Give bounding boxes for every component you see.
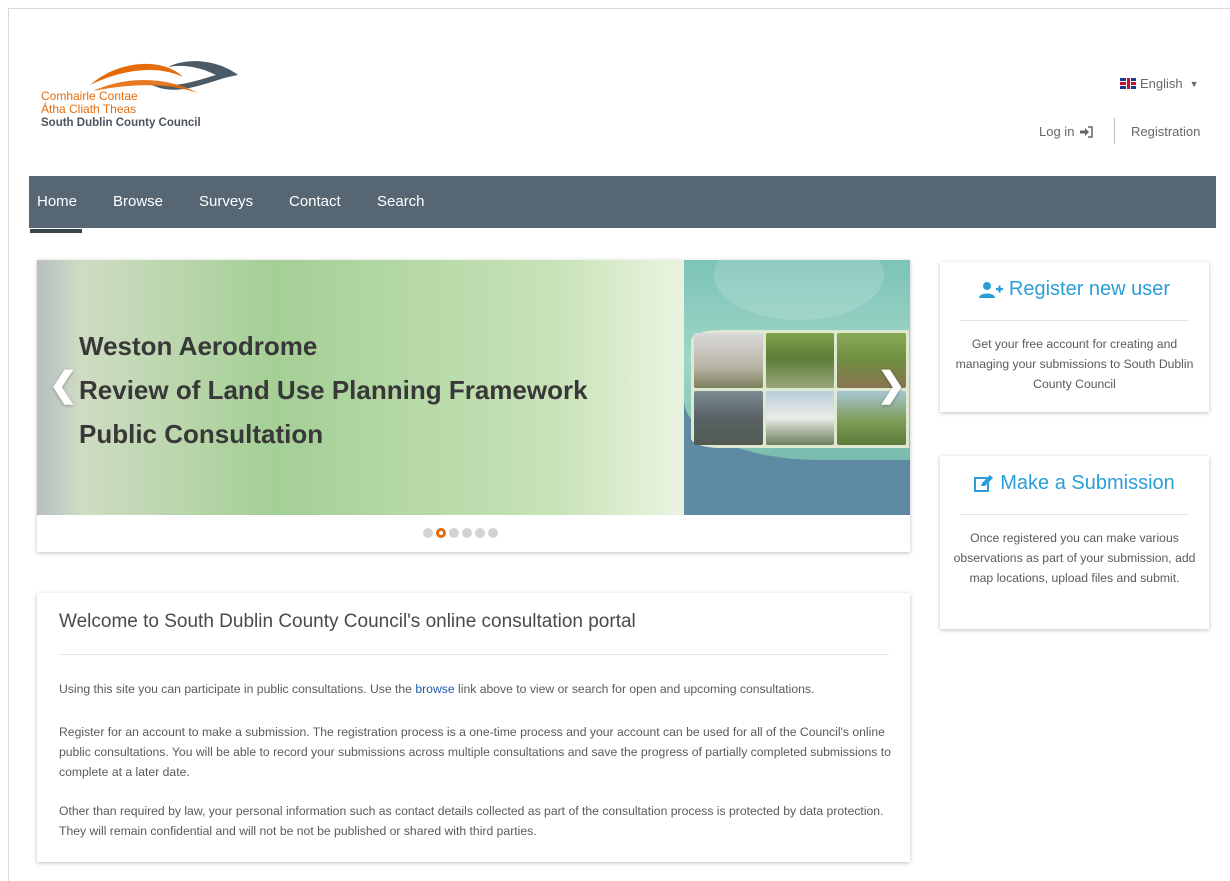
chevron-left-icon[interactable]: ❮ bbox=[49, 368, 78, 402]
submission-card-text: Once registered you can make various obs… bbox=[953, 531, 1196, 585]
divider bbox=[59, 654, 889, 655]
register-card: Register new user Get your free account … bbox=[940, 262, 1209, 412]
chevron-right-icon[interactable]: ❯ bbox=[877, 368, 906, 402]
slide-title-line1: Weston Aerodrome bbox=[79, 331, 318, 361]
slide-title-line3: Public Consultation bbox=[79, 419, 324, 449]
submission-card: Make a Submission Once registered you ca… bbox=[940, 456, 1209, 629]
carousel-indicators bbox=[423, 528, 498, 538]
login-label: Log in bbox=[1039, 124, 1075, 139]
welcome-paragraph-2: Register for an account to make a submis… bbox=[59, 725, 891, 779]
nav-surveys[interactable]: Surveys bbox=[199, 176, 253, 228]
welcome-paragraph-1: Using this site you can participate in p… bbox=[59, 682, 815, 696]
submission-card-title: Make a Submission bbox=[1000, 472, 1175, 494]
carousel-dot[interactable] bbox=[423, 528, 433, 538]
slide-title-line2: Review of Land Use Planning Framework bbox=[79, 375, 588, 405]
nav-contact[interactable]: Contact bbox=[289, 176, 341, 228]
carousel-dot[interactable] bbox=[462, 528, 472, 538]
carousel-slide[interactable]: Weston Aerodrome Review of Land Use Plan… bbox=[37, 260, 910, 515]
aerodrome-photo bbox=[694, 333, 763, 388]
welcome-title: Welcome to South Dublin County Council's… bbox=[59, 611, 636, 632]
logo-irish-line2: Átha Cliath Theas bbox=[41, 102, 137, 116]
slide-title: Weston Aerodrome Review of Land Use Plan… bbox=[79, 324, 588, 456]
user-plus-icon bbox=[978, 281, 1003, 298]
browse-link[interactable]: browse bbox=[415, 682, 454, 696]
nav-browse[interactable]: Browse bbox=[113, 176, 163, 228]
register-new-user-link[interactable]: Register new user bbox=[940, 278, 1209, 301]
language-selector[interactable]: English ▼ bbox=[1120, 76, 1199, 91]
aerodrome-photo bbox=[765, 390, 835, 445]
aerodrome-photo bbox=[765, 333, 835, 388]
carousel-dot[interactable] bbox=[488, 528, 498, 538]
nav-search[interactable]: Search bbox=[377, 176, 425, 228]
carousel-dot[interactable] bbox=[449, 528, 459, 538]
carousel-dot[interactable] bbox=[475, 528, 485, 538]
make-submission-link[interactable]: Make a Submission bbox=[940, 472, 1209, 495]
logo-english-name: South Dublin County Council bbox=[41, 117, 201, 129]
divider bbox=[960, 320, 1189, 321]
uk-flag-icon bbox=[1120, 78, 1136, 89]
welcome-paragraph-3: Other than required by law, your persona… bbox=[59, 804, 884, 838]
login-link[interactable]: Log in bbox=[1039, 124, 1094, 139]
welcome-panel: Welcome to South Dublin County Council's… bbox=[37, 593, 910, 862]
registration-link[interactable]: Registration bbox=[1131, 124, 1200, 139]
auth-divider bbox=[1114, 118, 1115, 144]
divider bbox=[960, 514, 1189, 515]
nav-home[interactable]: Home bbox=[29, 176, 83, 233]
language-label: English bbox=[1140, 76, 1183, 91]
council-logo[interactable]: Comhairle Contae Átha Cliath Theas South… bbox=[40, 55, 250, 140]
register-card-text: Get your free account for creating and m… bbox=[955, 337, 1194, 391]
main-nav: Home Browse Surveys Contact Search bbox=[29, 176, 1216, 233]
carousel-dot-active[interactable] bbox=[436, 528, 446, 538]
register-card-title: Register new user bbox=[1008, 278, 1171, 300]
sign-in-icon bbox=[1080, 125, 1094, 138]
chevron-down-icon: ▼ bbox=[1189, 78, 1199, 89]
aerodrome-photo bbox=[694, 390, 763, 445]
edit-icon bbox=[974, 474, 994, 492]
featured-carousel: Weston Aerodrome Review of Land Use Plan… bbox=[37, 260, 910, 552]
